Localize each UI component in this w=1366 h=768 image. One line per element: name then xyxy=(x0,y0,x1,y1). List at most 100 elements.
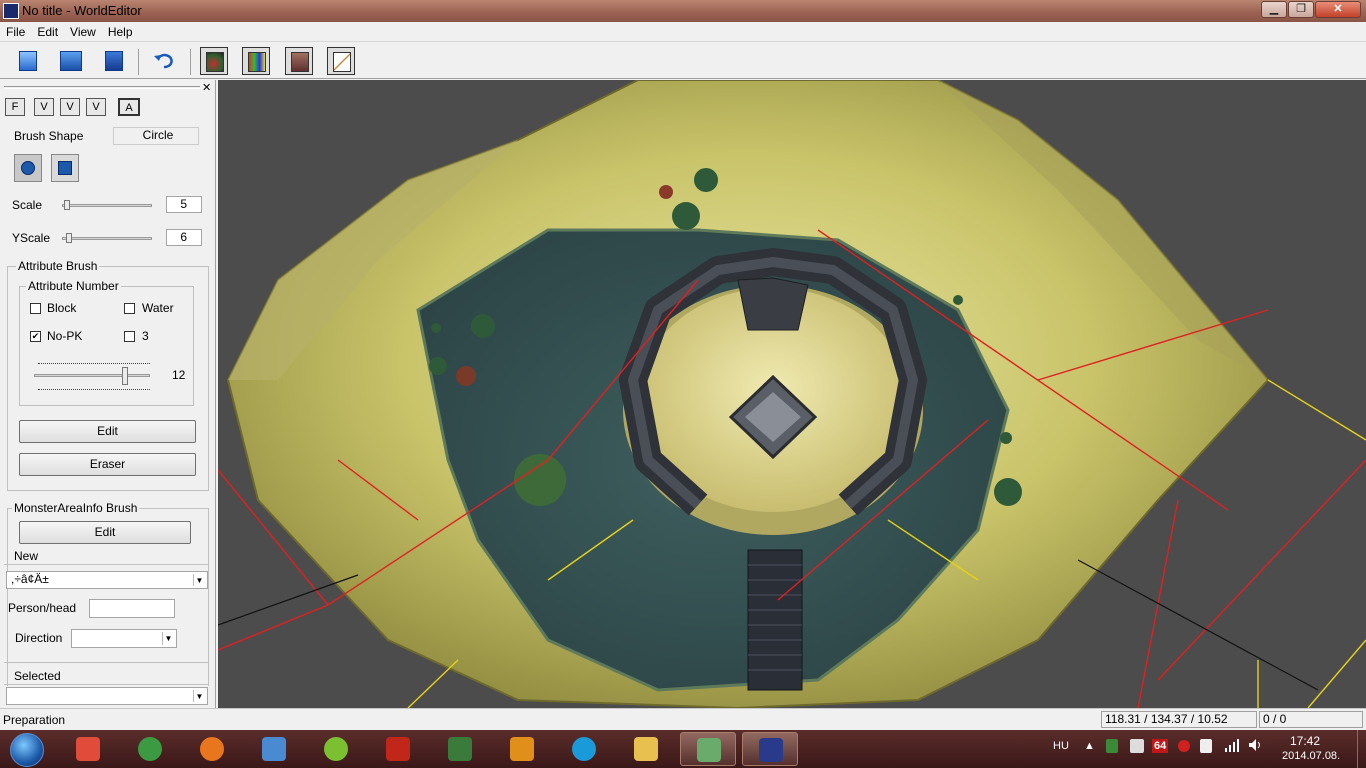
attribute-slider[interactable] xyxy=(34,374,150,377)
menu-help[interactable]: Help xyxy=(102,22,139,39)
taskbar-worldeditor[interactable] xyxy=(742,732,798,766)
open-folder-icon[interactable] xyxy=(57,47,85,75)
minimize-button[interactable]: ▁ xyxy=(1261,1,1287,18)
blocked-icon[interactable] xyxy=(1178,740,1190,752)
brush-shape-value: Circle xyxy=(113,127,199,145)
worldeditor-task-icon xyxy=(759,738,783,762)
yscale-slider-thumb[interactable] xyxy=(66,233,72,243)
brush-panel: ✕ F V V V A Brush Shape Circle Scale 5 Y… xyxy=(0,80,216,708)
taskbar-leaf-app[interactable] xyxy=(308,732,364,766)
color-map-icon[interactable] xyxy=(242,47,270,75)
maximize-button[interactable]: ❐ xyxy=(1288,1,1314,18)
monster-edit-button[interactable]: Edit xyxy=(19,521,191,544)
person-head-label: Person/head xyxy=(8,601,77,615)
new-monster-value: ,÷â¢Ä± xyxy=(11,572,49,586)
map-3d-viewport[interactable] xyxy=(218,80,1366,708)
selected-select[interactable]: ▼ xyxy=(6,687,208,705)
clock-date[interactable]: 2014.07.08. xyxy=(1282,750,1340,762)
attr-3-checkbox[interactable] xyxy=(124,331,135,342)
texture-icon[interactable] xyxy=(285,47,313,75)
person-head-input[interactable] xyxy=(89,599,175,618)
taskbar-chrome[interactable] xyxy=(122,732,178,766)
block-checkbox[interactable] xyxy=(30,303,41,314)
clipboard-icon[interactable] xyxy=(1200,739,1212,753)
media-player-icon xyxy=(262,737,286,761)
tab-v2[interactable]: V xyxy=(60,98,80,116)
scale-slider[interactable] xyxy=(62,204,152,207)
show-hidden-icons-icon[interactable]: ▲ xyxy=(1084,740,1095,752)
network-icon[interactable] xyxy=(1224,738,1240,755)
toolbar-separator xyxy=(138,49,139,75)
taskbar-sublime[interactable] xyxy=(494,732,550,766)
status-bar: Preparation 118.31 / 134.37 / 10.52 0 / … xyxy=(0,708,1366,730)
yscale-input[interactable]: 6 xyxy=(166,229,202,246)
taskbar-notepad[interactable] xyxy=(432,732,488,766)
new-file-icon[interactable] xyxy=(14,47,42,75)
taskbar-filezilla[interactable] xyxy=(370,732,426,766)
apps-grid-icon xyxy=(76,737,100,761)
start-button[interactable] xyxy=(4,731,50,767)
tab-a[interactable]: A xyxy=(118,98,140,116)
chrome-icon xyxy=(138,737,162,761)
direction-select[interactable]: ▼ xyxy=(71,629,177,648)
title-bar: No title - WorldEditor ▁ ❐ ✕ xyxy=(0,0,1366,22)
close-button[interactable]: ✕ xyxy=(1315,1,1361,18)
taskbar-firefox[interactable] xyxy=(184,732,240,766)
clock-time[interactable]: 17:42 xyxy=(1290,734,1320,748)
direction-label: Direction xyxy=(15,631,63,645)
menu-file[interactable]: File xyxy=(0,22,31,39)
usb-icon[interactable] xyxy=(1130,739,1144,753)
cursor-coordinates: 118.31 / 134.37 / 10.52 xyxy=(1101,711,1257,728)
panel-gripper[interactable] xyxy=(4,86,200,89)
tab-v1[interactable]: V xyxy=(34,98,54,116)
explorer-folder-icon xyxy=(634,737,658,761)
language-indicator[interactable]: HU xyxy=(1053,740,1069,752)
divider xyxy=(4,564,209,565)
eraser-button[interactable]: Eraser xyxy=(19,453,196,476)
taskbar-explorer[interactable] xyxy=(618,732,674,766)
shield-icon[interactable] xyxy=(1106,739,1118,753)
taskbar-turtle-app[interactable] xyxy=(680,732,736,766)
no-pk-checkbox[interactable]: ✔ xyxy=(30,331,41,342)
yscale-label: YScale xyxy=(12,231,51,245)
square-brush-button[interactable] xyxy=(51,154,79,182)
tab-v3[interactable]: V xyxy=(86,98,106,116)
monster-brush-label: MonsterAreaInfo Brush xyxy=(12,501,140,515)
taskbar-media-player[interactable] xyxy=(246,732,302,766)
undo-icon[interactable] xyxy=(150,47,178,75)
chevron-down-icon[interactable]: ▼ xyxy=(193,690,205,702)
attribute-edit-button[interactable]: Edit xyxy=(19,420,196,443)
volume-icon[interactable] xyxy=(1248,738,1264,755)
chevron-down-icon[interactable]: ▼ xyxy=(162,632,174,645)
brush-shape-label: Brush Shape xyxy=(14,129,84,143)
scale-label: Scale xyxy=(12,198,43,212)
brush-edit-icon[interactable] xyxy=(327,47,355,75)
selection-count: 0 / 0 xyxy=(1259,711,1363,728)
tab-f[interactable]: F xyxy=(5,98,25,116)
scale-input[interactable]: 5 xyxy=(166,196,202,213)
attribute-slider-thumb[interactable] xyxy=(122,367,128,385)
windows-taskbar: HU ▲ 64 17:42 2014.07.08. xyxy=(0,730,1366,768)
taskbar-skype[interactable] xyxy=(556,732,612,766)
selected-label: Selected xyxy=(12,669,63,683)
new-monster-select[interactable]: ,÷â¢Ä± ▼ xyxy=(6,571,208,589)
menu-view[interactable]: View xyxy=(64,22,102,39)
terrain-view-icon[interactable] xyxy=(200,47,228,75)
show-desktop-button[interactable] xyxy=(1357,730,1366,768)
water-checkbox[interactable] xyxy=(124,303,135,314)
windows-logo-icon xyxy=(10,733,44,767)
status-text: Preparation xyxy=(3,713,66,727)
attribute-slider-value: 12 xyxy=(172,368,186,382)
attribute-number-label: Attribute Number xyxy=(26,279,121,293)
save-icon[interactable] xyxy=(100,47,128,75)
tray-badge-64[interactable]: 64 xyxy=(1152,739,1169,753)
menu-bar: File Edit View Help xyxy=(0,22,1366,42)
menu-edit[interactable]: Edit xyxy=(31,22,64,39)
divider xyxy=(4,662,209,663)
circle-brush-button[interactable] xyxy=(14,154,42,182)
scale-slider-thumb[interactable] xyxy=(64,200,70,210)
panel-close-icon[interactable]: ✕ xyxy=(202,81,211,94)
chevron-down-icon[interactable]: ▼ xyxy=(193,574,205,586)
yscale-slider[interactable] xyxy=(62,237,152,240)
taskbar-app-grid[interactable] xyxy=(60,732,116,766)
